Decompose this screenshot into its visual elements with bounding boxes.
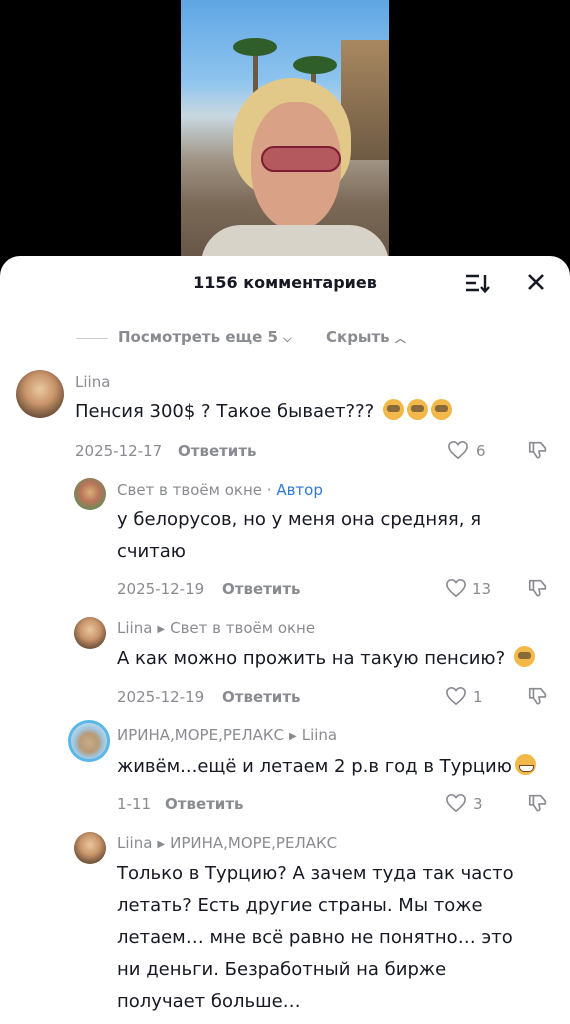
like-count: 13 [472,580,492,598]
comment-text: Пенсия 300$ ? Такое бывает??? [75,396,475,428]
avatar[interactable] [74,617,106,649]
close-icon[interactable] [524,270,548,294]
comment-author-line: Свет в твоём окне · Автор [117,481,323,499]
thread-divider [76,338,108,339]
palm-leaves [233,38,277,56]
comments-sheet: 1156 комментариев Посмотреть еще 5 ⌵ Скр… [0,256,570,1024]
comment-author[interactable]: Свет в твоём окне [117,481,262,499]
like-count: 1 [473,688,483,706]
reply-arrow-icon: ▶ [157,624,166,635]
reply-to-user[interactable]: Свет в твоём окне [170,619,315,637]
comment-author[interactable]: Liina [75,373,110,391]
comment-date: 2025-12-17 [75,442,163,460]
heart-icon[interactable] [445,686,467,706]
comment-text: А как можно прожить на такую пенсию? [117,643,547,675]
thread-controls: Посмотреть еще 5 ⌵ Скрыть ︿ [0,326,570,350]
comment-text-content: Пенсия 300$ ? Такое бывает??? [75,401,375,422]
view-more-replies-link[interactable]: Посмотреть еще 5 ⌵ [118,328,292,346]
dislike-icon[interactable] [527,685,549,707]
author-badge: Автор [276,481,323,499]
comment-author[interactable]: Liina [117,834,152,852]
see-no-evil-monkey-icon [430,399,452,420]
video-player[interactable] [0,0,570,290]
video-frame[interactable] [181,0,389,290]
reply-to-user[interactable]: ИРИНА,МОРЕ,РЕЛАКС [170,834,337,852]
comment-date: 1-11 [117,795,152,813]
palm-leaves [293,56,337,74]
comment-text: у белорусов, но у меня она средняя, я сч… [117,509,482,562]
reply-arrow-icon: ▶ [289,731,297,742]
chevron-up-icon: ︿ [394,332,406,345]
like-count: 6 [476,442,486,460]
reply-button[interactable]: Ответить [222,580,301,598]
like-count: 3 [473,795,483,813]
reply-button[interactable]: Ответить [222,688,301,706]
comment-author-line: ИРИНА,МОРЕ,РЕЛАКС ▶ Liina [117,726,337,744]
heart-icon[interactable] [445,793,467,813]
grinning-face-icon [514,754,536,775]
sort-icon[interactable] [464,272,490,294]
reply-arrow-icon: ▶ [157,839,166,850]
comment-text: Только в Турцию? А зачем туда так часто … [117,863,514,1012]
hide-label: Скрыть [326,328,390,346]
reply-button[interactable]: Ответить [165,795,244,813]
view-more-label: Посмотреть еще 5 [118,328,278,346]
heart-icon[interactable] [447,440,469,460]
comment-text-content: живём...ещё и летаем 2 р.в год в Турцию [117,756,512,777]
chevron-down-icon: ⌵ [283,332,292,345]
scrolled-comment-remnant [118,302,538,312]
comment-author[interactable]: ИРИНА,МОРЕ,РЕЛАКС [117,726,284,744]
comment-text-content: А как можно прожить на такую пенсию? [117,648,506,669]
reply-to-user[interactable]: Liina [302,726,337,744]
reply-button[interactable]: Ответить [178,442,257,460]
comment-author-line: Liina ▶ ИРИНА,МОРЕ,РЕЛАКС [117,834,337,852]
hide-replies-link[interactable]: Скрыть ︿ [326,328,406,346]
avatar[interactable] [74,832,106,864]
heart-icon[interactable] [445,578,467,598]
comment-author-line: Liina ▶ Свет в твоём окне [117,619,315,637]
comment-date: 2025-12-19 [117,688,205,706]
see-no-evil-monkey-icon [406,399,428,420]
comment-text: живём...ещё и летаем 2 р.в год в Турцию [117,751,557,783]
avatar[interactable] [16,370,64,418]
dislike-icon[interactable] [527,577,549,599]
comment-author[interactable]: Liina [117,619,152,637]
avatar[interactable] [74,478,106,510]
comment-date: 2025-12-19 [117,580,205,598]
sunglasses [261,146,341,172]
comments-header: 1156 комментариев [0,256,570,308]
dislike-icon[interactable] [527,439,549,461]
see-no-evil-monkey-icon [382,399,404,420]
avatar[interactable] [68,720,110,762]
see-no-evil-monkey-icon [513,646,535,667]
dislike-icon[interactable] [527,792,549,814]
